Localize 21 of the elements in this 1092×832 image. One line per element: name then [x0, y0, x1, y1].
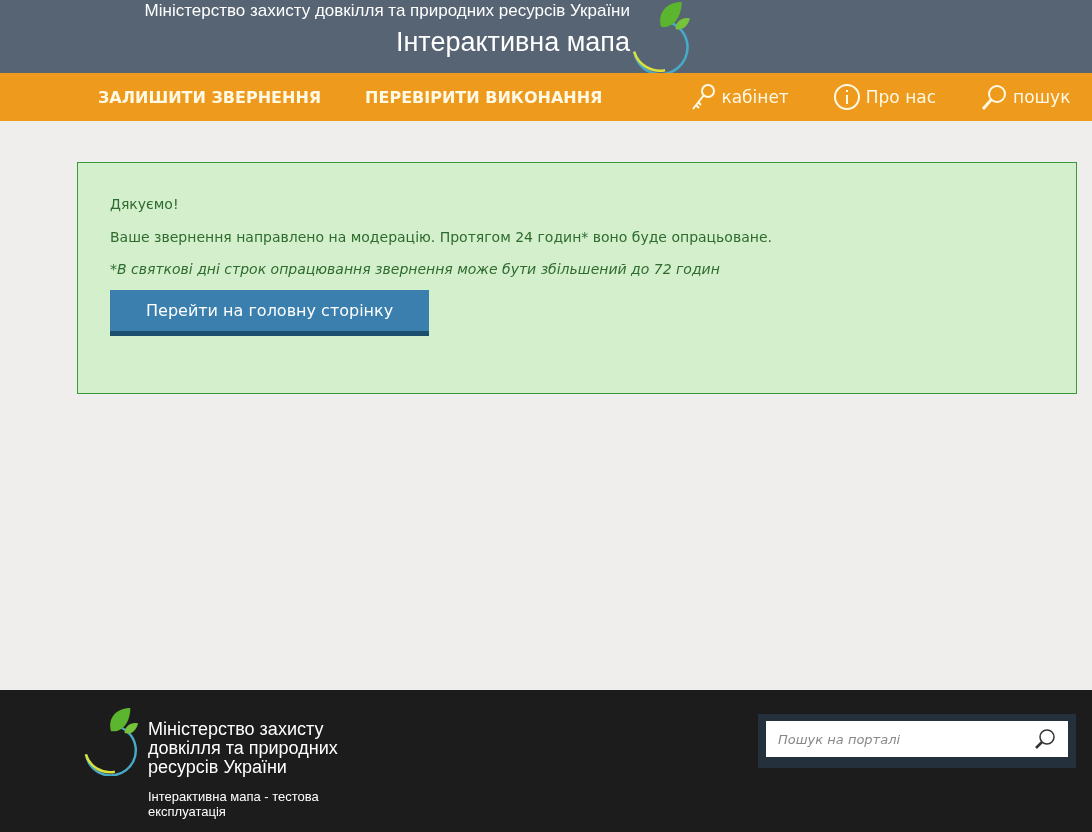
alert-heading: Дякуємо!	[110, 195, 180, 213]
nav-link[interactable]: ПЕРЕВІРИТИ ВИКОНАННЯ	[365, 87, 603, 107]
nav-tool-link[interactable]: пошук	[980, 83, 1071, 111]
home-button[interactable]: Перейти на головну сторінку	[110, 290, 430, 336]
footer-ministry-name: Міністерство захисту довкілля та природних ресурсів України	[148, 720, 339, 777]
nav-link[interactable]: ЗАЛИШИТИ ЗВЕРНЕННЯ	[98, 87, 322, 107]
alert-message: Ваше звернення направлено на модерацію. Протягом 24 годин* воно буде опрацьоване.	[110, 228, 773, 246]
leaf-logo-icon	[630, 0, 692, 75]
alert-note: *В святкові дні строк опрацювання звернення може бути збільшений до 72 годин	[110, 261, 721, 277]
info-icon	[832, 83, 861, 111]
nav-tool-link[interactable]: Про нас	[832, 83, 936, 111]
footer-subtitle: Інтерактивна мапа - тестова експлуатація	[148, 789, 320, 819]
search-icon	[980, 83, 1008, 111]
nav-tool-link[interactable]: кабінет	[690, 83, 789, 111]
key-icon	[690, 83, 717, 111]
leaf-logo-icon	[82, 706, 140, 776]
search-field[interactable]: Пошук на порталі	[766, 721, 1022, 757]
ministry-name: Міністерство захисту довкілля та природних ресурсів України	[144, 1, 630, 21]
site-title: Інтерактивна мапа	[395, 27, 630, 58]
search-icon	[1034, 728, 1056, 750]
search-button[interactable]	[1022, 721, 1068, 757]
